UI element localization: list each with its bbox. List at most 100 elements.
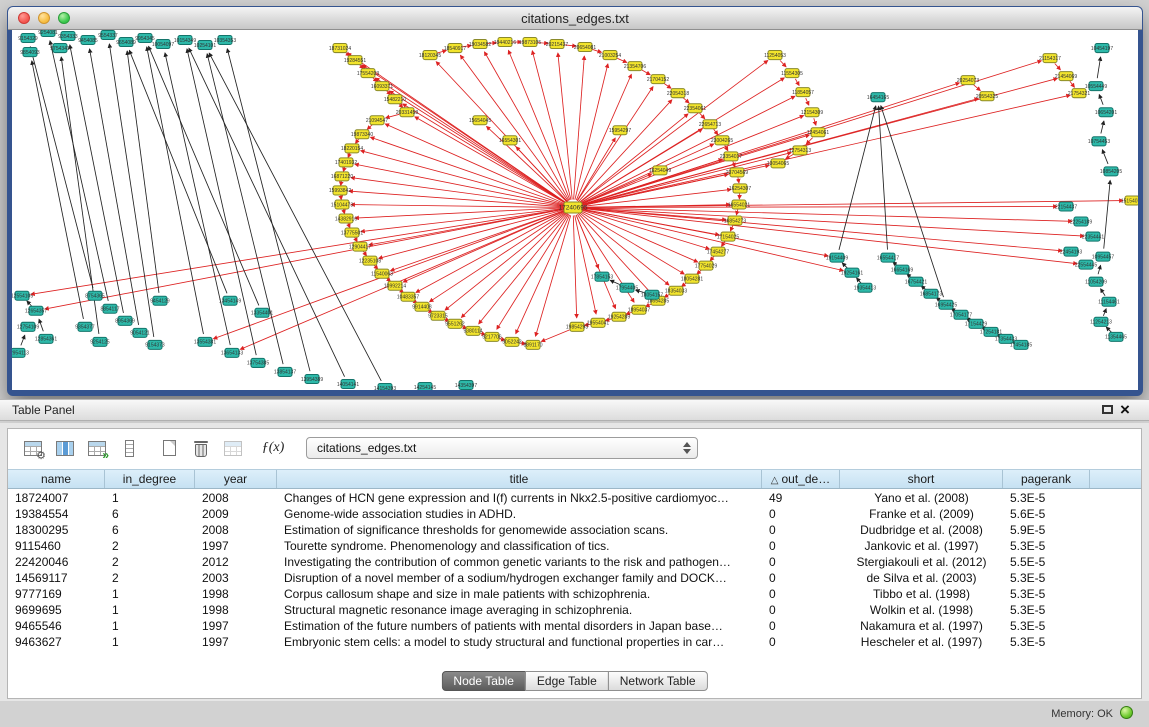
graph-node[interactable]: 12954113 [12, 348, 29, 357]
graph-node[interactable]: 22554445 [1075, 260, 1097, 269]
graph-node[interactable]: 12154309 [801, 108, 823, 117]
table-options-button[interactable] [18, 434, 48, 462]
graph-node[interactable]: 19854293 [566, 322, 588, 331]
column-header-pagerank[interactable]: pagerank [1003, 470, 1090, 488]
graph-node[interactable]: 13954389 [301, 374, 323, 383]
column-header-in_degree[interactable]: in_degree [105, 470, 195, 488]
graph-node[interactable]: 19873340 [351, 130, 373, 139]
graph-node[interactable]: 16954425 [935, 300, 957, 309]
graph-node[interactable]: 12554105 [12, 291, 33, 300]
graph-node[interactable]: 11154461 [1098, 297, 1120, 306]
graph-node[interactable]: 22154437 [1055, 202, 1077, 211]
graph-node[interactable]: 21704152 [647, 75, 669, 84]
column-header-year[interactable]: year [195, 470, 277, 488]
graph-node[interactable]: 13654133 [221, 348, 243, 357]
graph-node[interactable]: 21354706 [624, 62, 646, 71]
table-row[interactable]: 2242004622012Investigating the contribut… [8, 554, 1141, 570]
graph-node[interactable]: 19154409 [826, 253, 848, 262]
graph-node[interactable]: 15482210 [384, 95, 406, 104]
graph-node[interactable]: 11254053 [764, 51, 786, 60]
graph-node[interactable]: 10854205 [1100, 167, 1122, 176]
graph-node[interactable]: 17154025 [717, 232, 739, 241]
graph-node[interactable]: 22354061 [684, 104, 706, 113]
graph-node[interactable]: 12654357 [25, 306, 47, 315]
graph-node[interactable]: 15654045 [469, 116, 491, 125]
graph-node[interactable]: 16654169 [891, 265, 913, 274]
table-row[interactable]: 946362711997Embryonic stem cells: a mode… [8, 634, 1141, 650]
graph-node[interactable]: 10992214 [384, 281, 406, 290]
graph-node[interactable]: 18220154 [341, 144, 363, 153]
graph-node[interactable]: 13454149 [219, 296, 241, 305]
graph-node[interactable]: 19354413 [854, 283, 876, 292]
graph-node[interactable]: 21094547 [366, 116, 388, 125]
graph-node[interactable]: 16754421 [905, 277, 927, 286]
table-row[interactable]: 969969511998Structural magnetic resonanc… [8, 602, 1141, 618]
graph-node[interactable]: 18054281 [681, 274, 703, 283]
graph-node[interactable]: 22254189 [1070, 217, 1092, 226]
graph-node[interactable]: 9454085 [78, 36, 98, 45]
graph-node[interactable]: 9554337 [98, 31, 118, 40]
graph-node[interactable]: 14382916 [335, 214, 357, 223]
graph-node[interactable]: 8754365 [85, 291, 105, 300]
graph-node[interactable]: 15954297 [609, 126, 631, 135]
graph-node[interactable]: 10654201 [1095, 108, 1117, 117]
graph-node[interactable]: 21454069 [1055, 72, 1077, 81]
column-header-name[interactable]: name [8, 470, 105, 488]
graph-node[interactable]: 20254073 [957, 76, 979, 85]
graph-node[interactable]: 13354401 [251, 308, 273, 317]
graph-node[interactable]: 12854361 [35, 334, 57, 343]
graph-node[interactable]: 9551262 [445, 319, 465, 328]
column-header-short[interactable]: short [840, 470, 1003, 488]
graph-node[interactable]: 17854153 [591, 272, 613, 281]
close-panel-icon[interactable] [1120, 401, 1136, 419]
graph-node[interactable]: 18954037 [628, 305, 650, 314]
graph-node[interactable]: 18731024 [329, 44, 351, 53]
graph-node[interactable]: 10454197 [1091, 44, 1113, 53]
graph-node[interactable]: 18354033 [665, 286, 687, 295]
graph-node[interactable]: 9154329 [18, 34, 38, 43]
graph-node[interactable]: 9154373 [145, 340, 165, 349]
graph-node[interactable]: 22354441 [1082, 232, 1104, 241]
edit-table-button[interactable] [82, 434, 112, 462]
graph-node[interactable]: 12235108 [359, 256, 381, 265]
graph-node[interactable]: 11254213 [1090, 317, 1112, 326]
graph-node[interactable]: 12454061 [807, 128, 829, 137]
graph-node[interactable]: 16871220 [331, 172, 353, 181]
graph-node[interactable]: 17454185 [1010, 340, 1032, 349]
table-row[interactable]: 1830029562008Estimation of significance … [8, 522, 1141, 538]
graph-node[interactable]: 14154393 [374, 383, 396, 390]
graph-node[interactable]: 16554417 [877, 253, 899, 262]
graph-node[interactable]: 22454193 [1060, 247, 1082, 256]
window-titlebar[interactable]: citations_edges.txt [8, 7, 1142, 30]
graph-node[interactable]: 22054318 [667, 89, 689, 98]
graph-node[interactable]: 13554381 [194, 337, 216, 346]
graph-node[interactable]: 23354017 [720, 152, 742, 161]
graph-node[interactable]: 17401932 [335, 158, 357, 167]
table-source-select[interactable]: citations_edges.txt [306, 437, 698, 459]
graph-node[interactable]: 18540917 [444, 44, 466, 53]
graph-node[interactable]: 13054065 [767, 159, 789, 168]
graph-node[interactable]: 10054097 [152, 40, 174, 49]
graph-node[interactable]: 19034582 [469, 40, 491, 49]
graph-node[interactable]: 14354397 [455, 380, 477, 389]
graph-node[interactable]: 12754109 [17, 322, 39, 331]
delete-table-button[interactable] [186, 434, 216, 462]
graph-node[interactable]: 15154077 [1121, 196, 1138, 205]
graph-node[interactable]: 19254161 [841, 268, 863, 277]
graph-node[interactable]: 14054141 [337, 379, 359, 388]
table-row[interactable]: 1456911722003Disruption of a novel membe… [8, 570, 1141, 586]
graph-node[interactable]: 17754029 [695, 261, 717, 270]
graph-node[interactable]: 16254049 [649, 166, 671, 175]
tab-network-table[interactable]: Network Table [608, 671, 708, 691]
graph-node[interactable]: 13754385 [247, 358, 269, 367]
table-row[interactable]: 1938455462009Genome-wide association stu… [8, 506, 1141, 522]
graph-node[interactable]: 21754321 [1068, 89, 1090, 98]
graph-node[interactable]: 10954457 [1092, 252, 1114, 261]
graph-node[interactable]: 16554021 [728, 200, 750, 209]
graph-node[interactable]: 9754341 [50, 44, 70, 53]
graph-node[interactable]: 19554041 [587, 318, 609, 327]
float-panel-icon[interactable] [1102, 405, 1113, 414]
graph-node[interactable]: 9854093 [20, 48, 40, 57]
graph-node[interactable]: 21003254 [599, 51, 621, 60]
graph-node[interactable]: 20554325 [976, 92, 998, 101]
